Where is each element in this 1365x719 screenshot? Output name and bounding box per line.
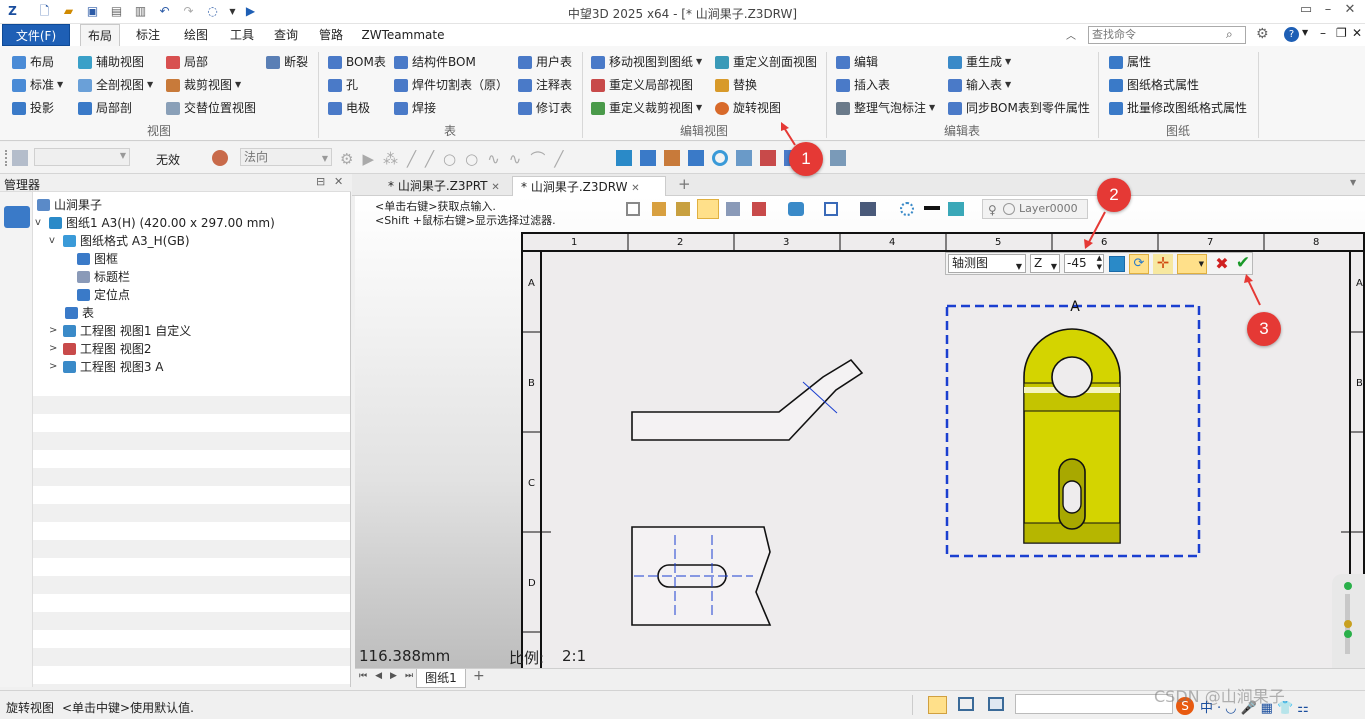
callout-badge-2: 2 (1097, 178, 1131, 212)
callout-arrowhead (1084, 239, 1093, 249)
callout-arrow-3 (1247, 279, 1261, 306)
callout-badge-3: 3 (1247, 312, 1281, 346)
callout-arrow-2 (1087, 211, 1106, 245)
callout-arrowhead (1244, 274, 1253, 283)
annotation-overlay (781, 122, 1261, 306)
callout-badge-1: 1 (789, 142, 823, 176)
